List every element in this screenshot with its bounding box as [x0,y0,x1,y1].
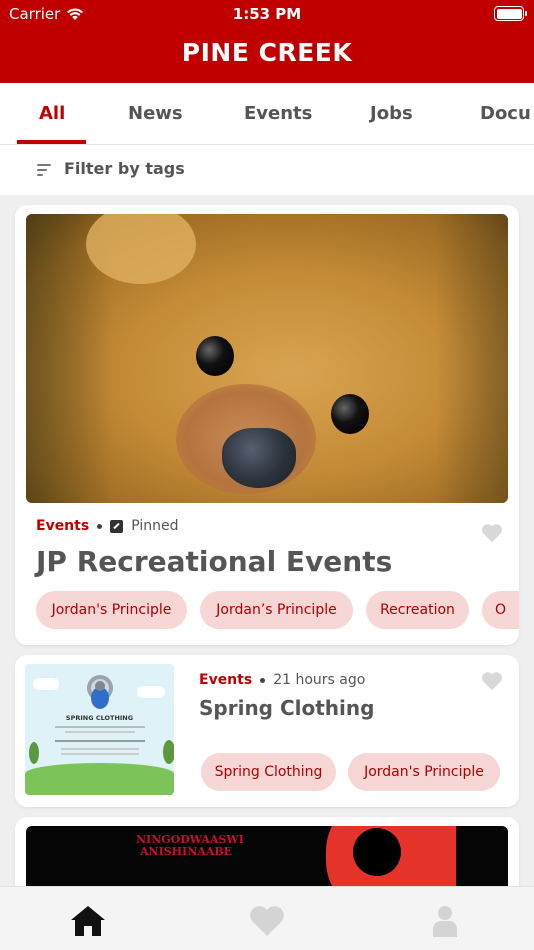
filter-label: Filter by tags [64,159,185,178]
tag-chip[interactable]: Recreation [366,591,469,629]
tag-chip[interactable]: Spring Clothing [201,753,336,791]
pinned-label: Pinned [131,518,179,534]
app-title: PINE CREEK [181,38,353,67]
post-category: Events [36,518,90,534]
pin-icon [110,519,124,533]
turkey-mascot-icon [87,675,113,709]
post-card[interactable]: SPRING CLOTHING Events 21 hours ago Spri… [15,655,519,807]
separator-dot [97,523,103,529]
filter-bar[interactable]: Filter by tags [0,145,534,195]
heart-icon[interactable] [247,901,287,941]
tab-documents[interactable]: Docu [480,103,531,124]
favorite-heart-icon[interactable] [481,671,503,691]
tag-chip[interactable]: Jordan's Principle [348,753,500,791]
post-meta: Events 21 hours ago [199,672,365,688]
tag-chip[interactable]: O [482,591,519,629]
bottom-navigation [0,886,534,950]
banner-text: NINGODWAASWI ANISHINAABE [136,833,244,858]
status-time: 1:53 PM [232,5,302,23]
post-card[interactable]: Events Pinned JP Recreational Events Jor… [15,205,519,645]
category-tabs: All News Events Jobs Docu [0,83,534,145]
post-thumbnail: SPRING CLOTHING [25,664,174,795]
favorite-heart-icon[interactable] [481,523,503,543]
post-title[interactable]: JP Recreational Events [36,545,392,578]
post-category: Events [199,672,253,688]
post-card[interactable]: NINGODWAASWI ANISHINAABE [15,817,519,897]
home-icon[interactable] [68,901,108,941]
post-time: 21 hours ago [273,672,366,688]
poster-heading: SPRING CLOTHING [65,714,134,722]
tag-chip[interactable]: Jordan's Principle [36,591,187,629]
tab-all[interactable]: All [39,103,65,124]
tab-jobs[interactable]: Jobs [370,103,413,124]
tab-news[interactable]: News [128,103,183,124]
post-meta: Events Pinned [36,518,178,534]
app-header: Carrier 1:53 PM PINE CREEK [0,0,534,83]
profile-icon[interactable] [425,901,465,941]
post-image [26,214,508,503]
filter-icon [37,163,51,177]
tab-events[interactable]: Events [244,103,312,124]
tag-chip[interactable]: Jordan’s Principle [200,591,353,629]
battery-icon [494,6,527,21]
status-bar: Carrier 1:53 PM [0,0,534,28]
post-title[interactable]: Spring Clothing [199,696,374,720]
separator-dot [260,677,266,683]
